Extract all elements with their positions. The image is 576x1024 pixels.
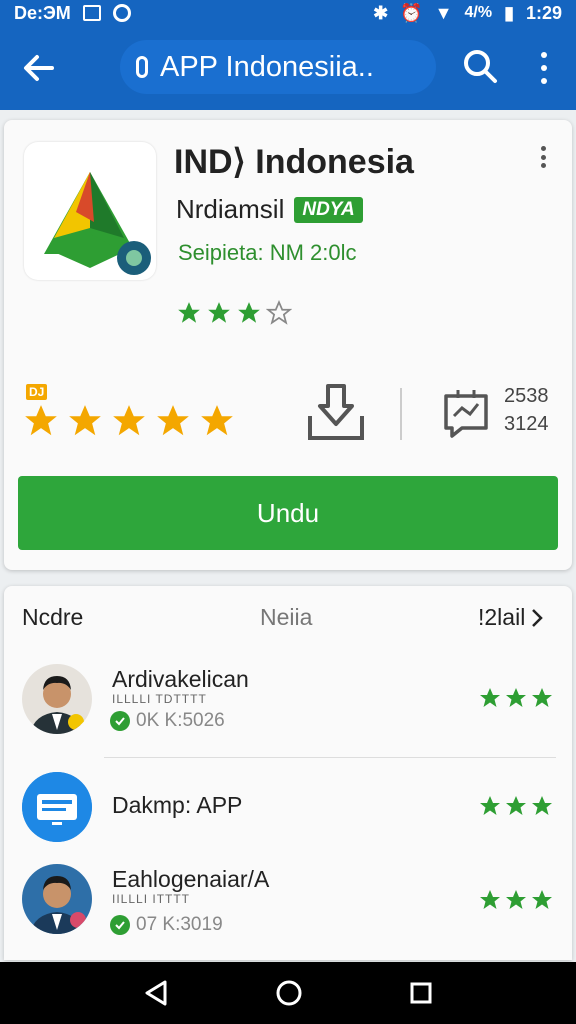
star-icon — [506, 688, 526, 707]
list-item-title: Eahlogenaiar/A — [112, 866, 270, 892]
tabs: Ncdre Neiia !2lail — [4, 604, 572, 638]
more-vert-icon — [540, 146, 546, 151]
signal-label: 4/% — [464, 4, 493, 21]
app-detail-card: IND⟩ Indonesia Nrdiamsil NDYA Seipieta: … — [4, 120, 572, 570]
verified-icon — [110, 915, 130, 935]
battery-icon: ▮ — [504, 2, 514, 23]
rating-badge: DJ — [26, 384, 48, 400]
app-bar: APP Indonesiia.. — [0, 26, 576, 110]
star-icon — [532, 796, 552, 815]
back-button[interactable] — [18, 48, 58, 88]
star-icon — [532, 688, 552, 707]
search-button[interactable] — [462, 48, 498, 89]
developer-name[interactable]: Nrdiamsil — [176, 194, 284, 225]
star-icon — [69, 405, 101, 436]
app-bar-title: APP Indonesiia.. — [160, 50, 374, 83]
carrier-label: De:ЭM — [14, 2, 71, 23]
avatar — [22, 664, 92, 734]
star-icon — [532, 890, 552, 909]
star-icon — [506, 890, 526, 909]
nav-back-icon[interactable] — [143, 979, 169, 1007]
star-icon — [208, 302, 230, 323]
more-vert-icon — [541, 52, 547, 58]
list-item-meta: 0K K:5026 — [110, 710, 225, 732]
list-item-rating — [478, 686, 554, 710]
list-item-meta: 07 K:3019 — [110, 914, 223, 936]
rating-stars-large — [22, 402, 236, 440]
tab-right-label: !2lail — [478, 604, 526, 630]
star-icon — [201, 405, 233, 436]
star-icon — [113, 405, 145, 436]
system-nav-bar — [0, 962, 576, 1024]
arrow-left-icon — [24, 55, 54, 81]
avatar — [22, 864, 92, 934]
tab-right[interactable]: !2lail — [478, 604, 544, 631]
stats-chart-icon[interactable] — [442, 388, 490, 438]
list-item-title: Dakmp: APP — [112, 792, 243, 818]
list-item-rating — [478, 888, 554, 912]
star-icon — [178, 302, 200, 323]
list-item[interactable]: Eahlogenaiar/A IILLLI ITTTT 07 K:3019 — [4, 858, 572, 958]
clock: 1:29 — [525, 2, 562, 23]
nav-recents-icon[interactable] — [409, 981, 433, 1005]
divider — [400, 388, 402, 440]
install-button[interactable]: Undu — [18, 476, 558, 550]
list-item[interactable]: Ardivakelican ILLLLI TDTTTT 0K K:5026 — [4, 656, 572, 758]
star-icon — [157, 405, 189, 436]
chevron-right-icon — [532, 608, 544, 627]
nav-home-icon[interactable] — [275, 979, 303, 1007]
star-icon — [506, 796, 526, 815]
bluetooth-icon: ✱ — [373, 2, 389, 23]
list-item-meta-text: 0K K:5026 — [136, 710, 225, 731]
updated-label: Seipieta: NM 2:0lc — [178, 240, 357, 265]
download-icon — [308, 384, 364, 440]
mic-icon — [136, 56, 148, 78]
alarm-icon: ⏰ — [400, 2, 423, 23]
download-button[interactable] — [304, 380, 368, 444]
app-logo-icon — [24, 142, 156, 280]
app-menu-button[interactable] — [538, 146, 548, 168]
sync-notification-icon — [112, 4, 131, 22]
title-search-pill[interactable]: APP Indonesiia.. — [120, 40, 436, 94]
stats-values: 2538 3124 — [504, 382, 549, 438]
star-icon — [238, 302, 260, 323]
list-item-title: Ardivakelican — [112, 666, 249, 692]
star-outline-icon — [266, 300, 292, 325]
star-icon — [480, 890, 500, 909]
app-icon — [22, 772, 92, 842]
list-item[interactable]: Dakmp: APP — [4, 766, 572, 866]
related-apps-card: Ncdre Neiia !2lail Ardivakelican ILLLLI … — [4, 586, 572, 960]
divider — [104, 757, 556, 758]
gallery-notification-icon — [82, 5, 101, 21]
star-icon — [480, 796, 500, 815]
star-icon — [480, 688, 500, 707]
list-item-subtitle: ILLLLI TDTTTT — [112, 692, 207, 706]
app-name: IND⟩ Indonesia — [174, 143, 414, 181]
star-icon — [25, 405, 57, 436]
app-rating-stars — [176, 300, 292, 326]
stat-bottom: 3124 — [504, 413, 549, 435]
list-item-meta-text: 07 K:3019 — [136, 914, 223, 935]
status-bar: De:ЭM ✱ ⏰ ▼ 4/% ▮ 1:29 — [0, 0, 576, 26]
verified-icon — [110, 711, 130, 731]
list-item-rating — [478, 794, 554, 818]
tab-middle[interactable]: Neiia — [260, 604, 312, 631]
list-item-subtitle: IILLLI ITTTT — [112, 892, 191, 906]
tab-left[interactable]: Ncdre — [22, 604, 83, 631]
more-vert-button[interactable] — [532, 52, 556, 84]
developer-badge: NDYA — [294, 196, 363, 223]
wifi-icon: ▼ — [434, 2, 453, 23]
stat-top: 2538 — [504, 385, 549, 407]
search-icon — [464, 50, 497, 83]
